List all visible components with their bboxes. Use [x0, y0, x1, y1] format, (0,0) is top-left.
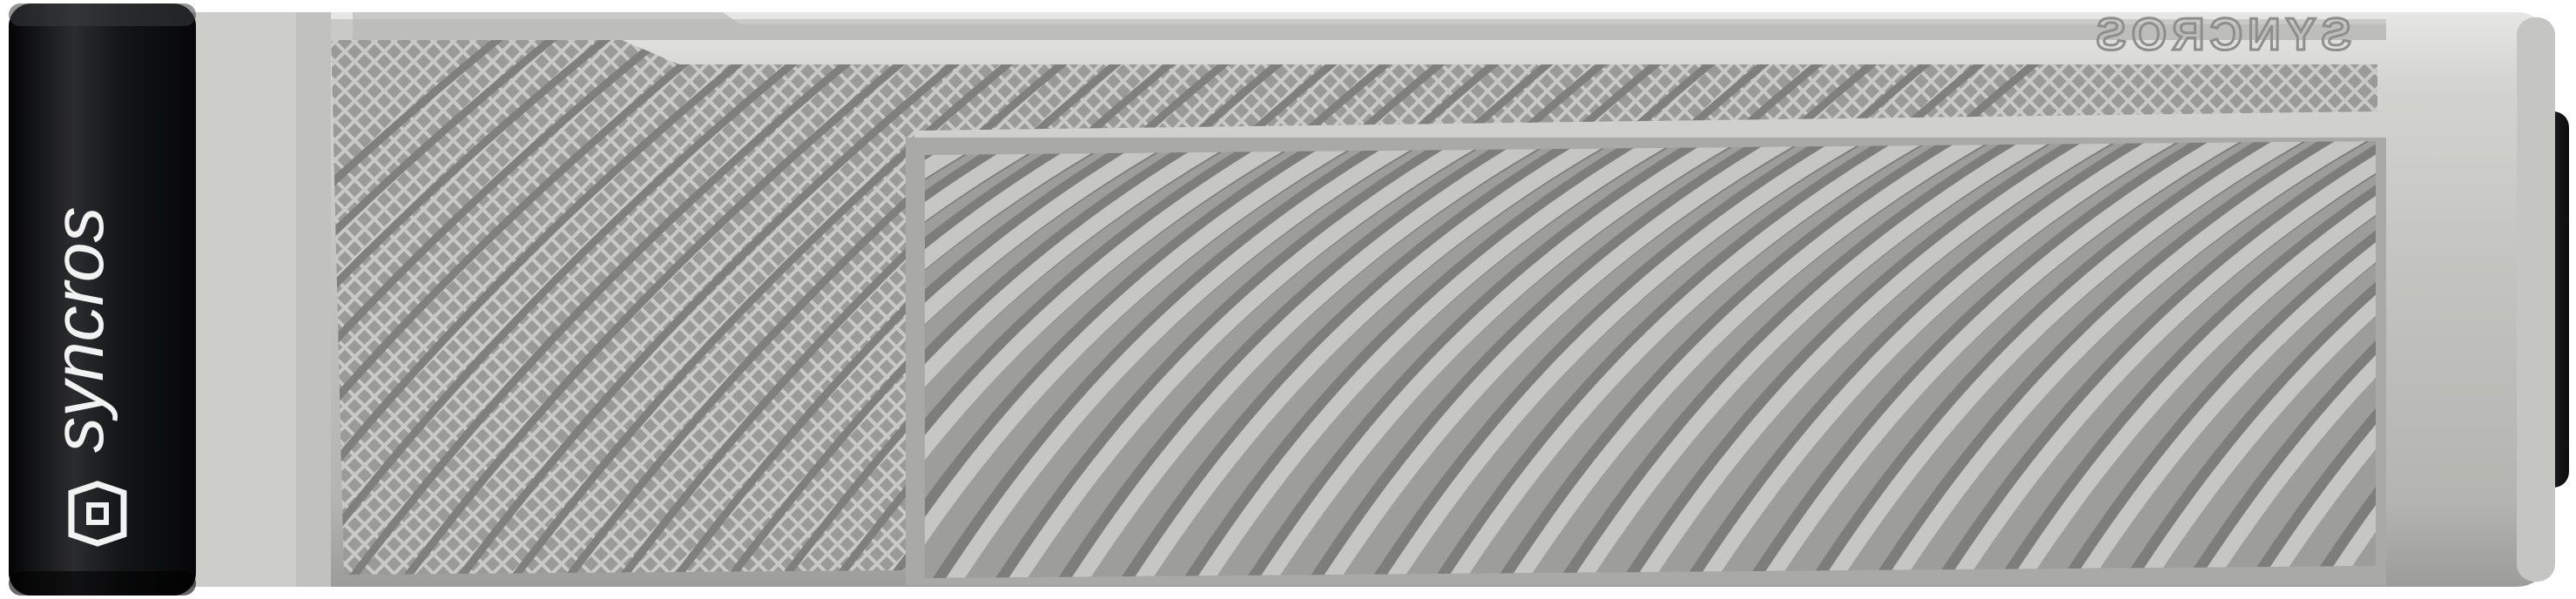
molded-logo: SYNCROS — [2089, 10, 2352, 62]
brand-wordmark: syncros — [39, 206, 118, 453]
svg-text:SYNCROS: SYNCROS — [2091, 10, 2351, 60]
handlebar-grip-photo: SYNCROS syncros — [9, 3, 2569, 596]
